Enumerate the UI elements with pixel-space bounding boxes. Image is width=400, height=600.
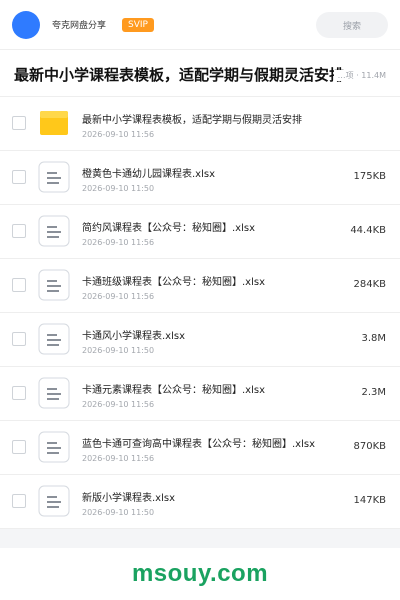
spreadsheet-file-icon [38,485,70,517]
select-checkbox[interactable] [12,386,26,400]
select-checkbox[interactable] [12,494,26,508]
file-date: 2026-09-10 11:56 [82,292,155,301]
select-checkbox[interactable] [12,278,26,292]
file-size: 284KB [353,279,386,290]
list-item[interactable]: 卡通班级课程表【公众号：秘知圈】.xlsx 2026-09-10 11:56 2… [0,259,400,313]
file-size: 3.8M [361,333,386,344]
file-date: 2026-09-10 11:56 [82,400,155,409]
top-bar: 夸克网盘分享 SVIP 搜索 [0,0,400,50]
select-checkbox[interactable] [12,332,26,346]
file-date: 2026-09-10 11:56 [82,454,155,463]
file-name: 蓝色卡通可查询高中课程表【公众号：秘知圈】.xlsx [82,439,316,450]
search-button[interactable]: 搜索 [316,12,388,38]
list-item[interactable]: 橙黄色卡通幼儿园课程表.xlsx 2026-09-10 11:50 175KB [0,151,400,205]
list-item[interactable]: 卡通元素课程表【公众号：秘知圈】.xlsx 2026-09-10 11:56 2… [0,367,400,421]
file-size: 44.4KB [350,225,386,236]
watermark-text: msouy.com [131,560,269,587]
file-name: 橙黄色卡通幼儿园课程表.xlsx [82,169,216,180]
list-item[interactable]: 蓝色卡通可查询高中课程表【公众号：秘知圈】.xlsx 2026-09-10 11… [0,421,400,475]
file-list: 最新中小学课程表模板，适配学期与假期灵活安排 2026-09-10 11:56 … [0,97,400,529]
file-size: 2.3M [361,387,386,398]
file-date: 2026-09-10 11:56 [82,238,155,247]
spreadsheet-file-icon [38,431,70,463]
file-name: 卡通元素课程表【公众号：秘知圈】.xlsx [82,385,266,396]
search-label: 搜索 [342,21,361,32]
file-name: 卡通风小学课程表.xlsx [82,331,186,342]
folder-icon [38,107,70,139]
page-title: 最新中小学课程表模板，适配学期与假期灵活安排 [14,66,345,84]
file-name: 最新中小学课程表模板，适配学期与假期灵活安排 [82,115,302,126]
file-date: 2026-09-10 11:50 [82,184,155,193]
file-size: 870KB [353,441,386,452]
file-date: 2026-09-10 11:50 [82,508,155,517]
spreadsheet-file-icon [38,215,70,247]
share-title-bar: 最新中小学课程表模板，适配学期与假期灵活安排 …项 · 11.4M [0,50,400,97]
select-checkbox[interactable] [12,170,26,184]
spreadsheet-file-icon [38,377,70,409]
select-checkbox[interactable] [12,224,26,238]
file-name: 卡通班级课程表【公众号：秘知圈】.xlsx [82,277,266,288]
file-date: 2026-09-10 11:56 [82,130,155,139]
spreadsheet-file-icon [38,269,70,301]
file-name: 简约风课程表【公众号：秘知圈】.xlsx [82,223,256,234]
avatar[interactable] [12,10,40,39]
share-meta: …项 · 11.4M [333,70,386,81]
list-item[interactable]: 卡通风小学课程表.xlsx 2026-09-10 11:50 3.8M [0,313,400,367]
list-item[interactable]: 简约风课程表【公众号：秘知圈】.xlsx 2026-09-10 11:56 44… [0,205,400,259]
list-item[interactable]: 新版小学课程表.xlsx 2026-09-10 11:50 147KB [0,475,400,529]
file-size: 175KB [353,171,386,182]
spreadsheet-file-icon [38,161,70,193]
footer: msouy.com [0,548,400,600]
select-checkbox[interactable] [12,440,26,454]
file-name: 新版小学课程表.xlsx [82,493,176,504]
spreadsheet-file-icon [38,323,70,355]
svip-badge[interactable]: SVIP [122,17,154,32]
list-item[interactable]: 最新中小学课程表模板，适配学期与假期灵活安排 2026-09-10 11:56 [0,97,400,151]
select-checkbox[interactable] [12,116,26,130]
file-date: 2026-09-10 11:50 [82,346,155,355]
file-size: 147KB [353,495,386,506]
app-name: 夸克网盘分享 [52,21,107,31]
